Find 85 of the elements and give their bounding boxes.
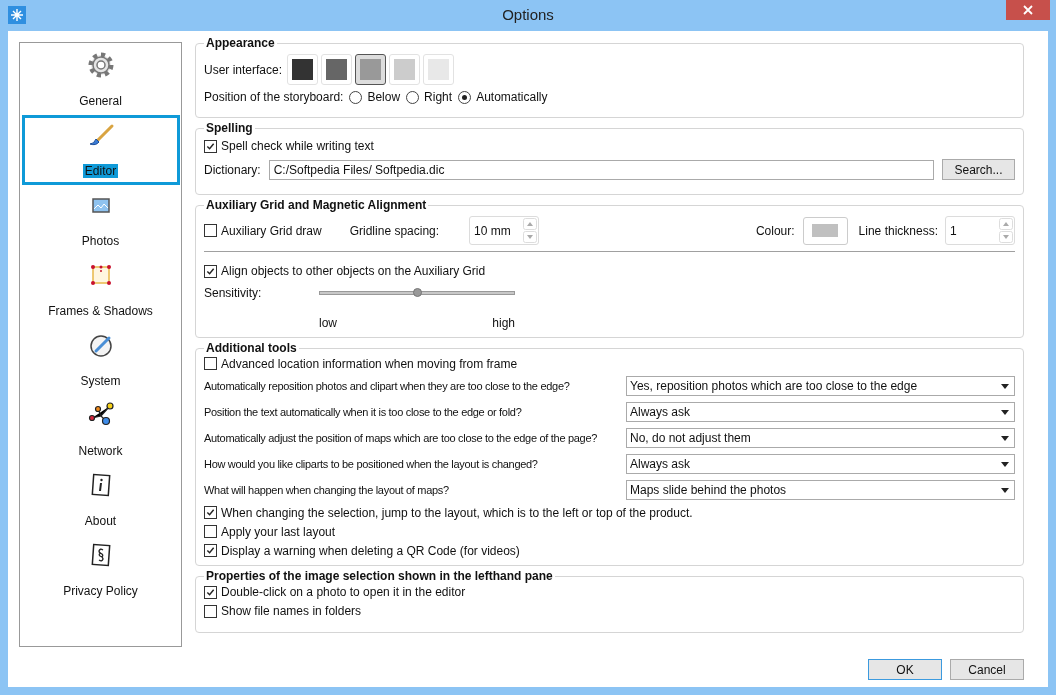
sidebar-item[interactable]: System <box>21 325 180 395</box>
dropdown-arrow-icon <box>1001 461 1009 467</box>
dropdown-arrow-icon <box>1001 435 1009 441</box>
dropdown-arrow-icon <box>1001 409 1009 415</box>
checkbox-label: Align objects to other objects on the Auxiliary Grid <box>221 263 486 280</box>
checkbox[interactable] <box>204 604 217 618</box>
close-icon <box>1023 5 1033 15</box>
checkmark-icon <box>206 546 215 555</box>
dropdown-arrow-icon <box>1001 487 1009 493</box>
radio-label: Automatically <box>476 89 548 106</box>
radio-button[interactable] <box>406 90 420 104</box>
section-title: Auxiliary Grid and Magnetic Alignment <box>204 197 429 213</box>
dictionary-field[interactable]: C:/Softpedia Files/ Softpedia.dic <box>268 159 934 180</box>
checkbox[interactable] <box>204 525 217 538</box>
snowflake-icon <box>8 6 26 24</box>
radio-label: Below <box>367 89 401 106</box>
sidebar-label: Photos <box>80 234 121 248</box>
sidebar-label: General <box>78 94 123 108</box>
field-label: User interface: <box>204 61 283 79</box>
checkbox[interactable] <box>204 357 217 370</box>
dropdown[interactable]: Yes, reposition photos which are too close to the edge <box>626 376 1015 396</box>
checkbox-label: Spell check while writing text <box>221 138 374 155</box>
dropdown[interactable]: Maps slide behind the photos <box>626 480 1015 500</box>
section-title: Appearance <box>204 35 277 51</box>
field-label: Automatically reposition photos and clipart when they are too close to the edge? <box>204 378 571 394</box>
field-label: Line thickness: <box>858 222 938 240</box>
field-label: Gridline spacing: <box>349 222 440 240</box>
sidebar-item[interactable]: Editor <box>21 115 180 185</box>
section-title: Properties of the image selection shown in the lefthand pane <box>204 568 555 584</box>
sidebar-item[interactable]: Photos <box>21 185 180 255</box>
checkbox-label: Auxiliary Grid draw <box>221 222 322 240</box>
theme-swatch[interactable] <box>355 54 387 85</box>
checkbox-label: Apply your last layout <box>221 523 336 541</box>
section-title: Spelling <box>204 120 255 136</box>
field-label: Dictionary: <box>204 161 261 179</box>
field-label: Automatically adjust the position of maps which are too close to the edge of the page? <box>204 430 599 446</box>
checkbox[interactable] <box>204 544 217 557</box>
checkbox-label: Advanced location information when moving from frame <box>221 355 518 373</box>
checkbox-label: When changing the selection, jump to the layout, which is to the left or top of the product. <box>221 504 693 522</box>
sidebar-label: Privacy Policy <box>62 584 139 598</box>
sidebar-item[interactable]: Network <box>21 395 180 465</box>
slider-label: high <box>492 315 515 332</box>
radio-button[interactable] <box>458 90 472 104</box>
field-label: Sensitivity: <box>204 285 263 302</box>
checkbox[interactable] <box>204 139 217 153</box>
sidebar-label: Editor <box>82 164 119 178</box>
window-title: Options <box>502 5 554 26</box>
checkmark-icon <box>206 141 215 151</box>
checkmark-icon <box>206 266 215 276</box>
slider-track[interactable] <box>319 291 515 295</box>
checkbox[interactable] <box>204 224 217 237</box>
checkbox-label: Double-click on a photo to open it in the editor <box>221 584 466 601</box>
dialog-button[interactable]: Cancel <box>950 659 1024 680</box>
sidebar-item[interactable]: About <box>21 465 180 535</box>
sidebar-label: About <box>83 514 118 528</box>
dropdown[interactable]: Always ask <box>626 454 1015 474</box>
sidebar-label: Network <box>77 444 124 458</box>
field-label: Position the text automatically when it is too close to the edge or fold? <box>204 404 523 420</box>
sidebar-item[interactable]: Frames & Shadows <box>21 255 180 325</box>
checkbox-label: Show file names in folders <box>221 603 362 620</box>
checkmark-icon <box>206 587 215 597</box>
checkbox-label: Display a warning when deleting a QR Code (for videos) <box>221 542 520 560</box>
radio-label: Right <box>424 89 453 106</box>
field-label: Colour: <box>755 222 795 240</box>
search-button[interactable]: Search... <box>942 159 1015 180</box>
dialog-button[interactable]: OK <box>868 659 942 680</box>
field-label: How would you like cliparts to be positioned when the layout is changed? <box>204 456 539 472</box>
dropdown-arrow-icon <box>1001 383 1009 389</box>
field-label: What will happen when changing the layout of maps? <box>204 482 450 498</box>
checkbox[interactable] <box>204 506 217 519</box>
checkmark-icon <box>206 508 215 517</box>
checkbox[interactable] <box>204 264 217 278</box>
slider-thumb[interactable] <box>413 288 422 297</box>
sidebar-item[interactable]: Privacy Policy <box>21 535 180 605</box>
dropdown[interactable]: Always ask <box>626 402 1015 422</box>
sidebar-label: System <box>79 374 122 388</box>
dropdown[interactable]: No, do not adjust them <box>626 428 1015 448</box>
sidebar-label: Frames & Shadows <box>47 304 154 318</box>
radio-button[interactable] <box>349 90 363 104</box>
checkbox[interactable] <box>204 585 217 599</box>
colour-swatch <box>812 224 839 237</box>
sidebar-item[interactable]: General <box>21 45 180 115</box>
close-button[interactable] <box>1006 0 1050 20</box>
field-label: Position of the storyboard: <box>204 89 344 106</box>
slider-label: low <box>319 315 337 332</box>
